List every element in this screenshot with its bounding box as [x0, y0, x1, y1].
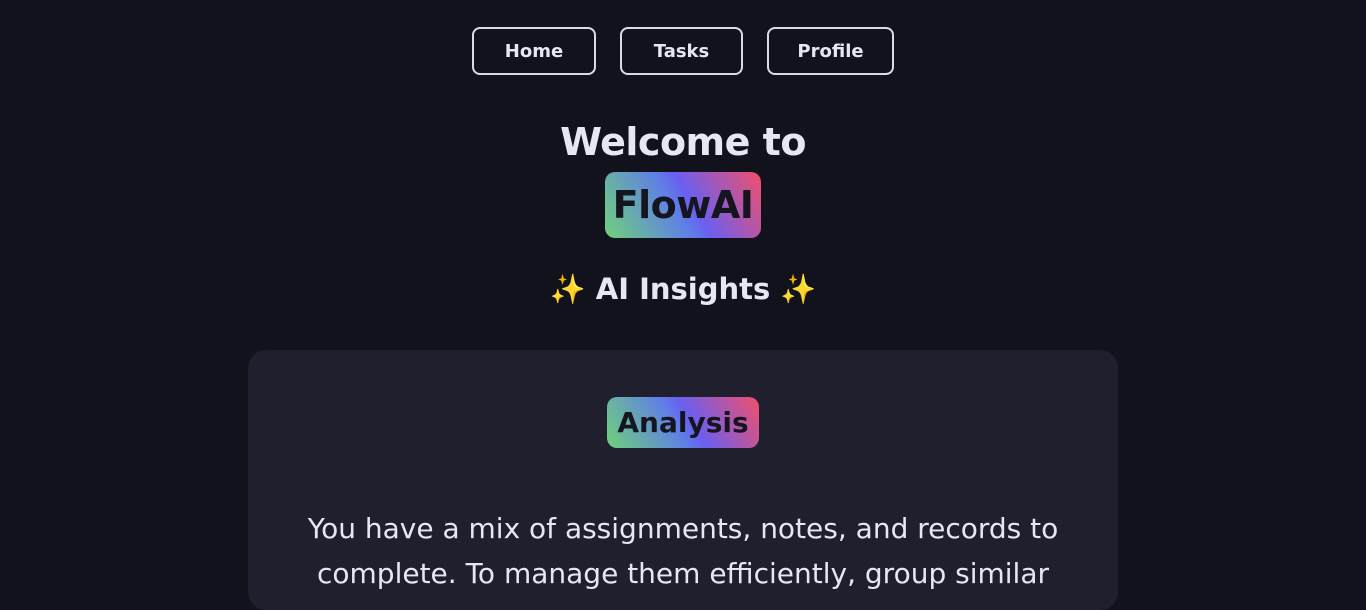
insights-heading: ✨ AI Insights ✨ [0, 272, 1366, 307]
badge-wrapper: Analysis [248, 397, 1118, 448]
analysis-card: Analysis You have a mix of assignments, … [248, 350, 1118, 610]
profile-button[interactable]: Profile [767, 27, 894, 75]
top-nav: Home Tasks Profile [0, 27, 1366, 75]
tasks-button[interactable]: Tasks [620, 27, 743, 75]
sparkle-icon-right: ✨ [780, 272, 817, 306]
analysis-text: You have a mix of assignments, notes, an… [307, 512, 1059, 590]
sparkle-icon-left: ✨ [549, 272, 586, 306]
analysis-badge: Analysis [607, 397, 759, 448]
brand-badge: FlowAI [605, 172, 761, 238]
home-button[interactable]: Home [472, 27, 596, 75]
brand-wrapper: FlowAI [0, 172, 1366, 238]
welcome-heading: Welcome to [560, 120, 806, 164]
insights-title: AI Insights [595, 272, 771, 306]
